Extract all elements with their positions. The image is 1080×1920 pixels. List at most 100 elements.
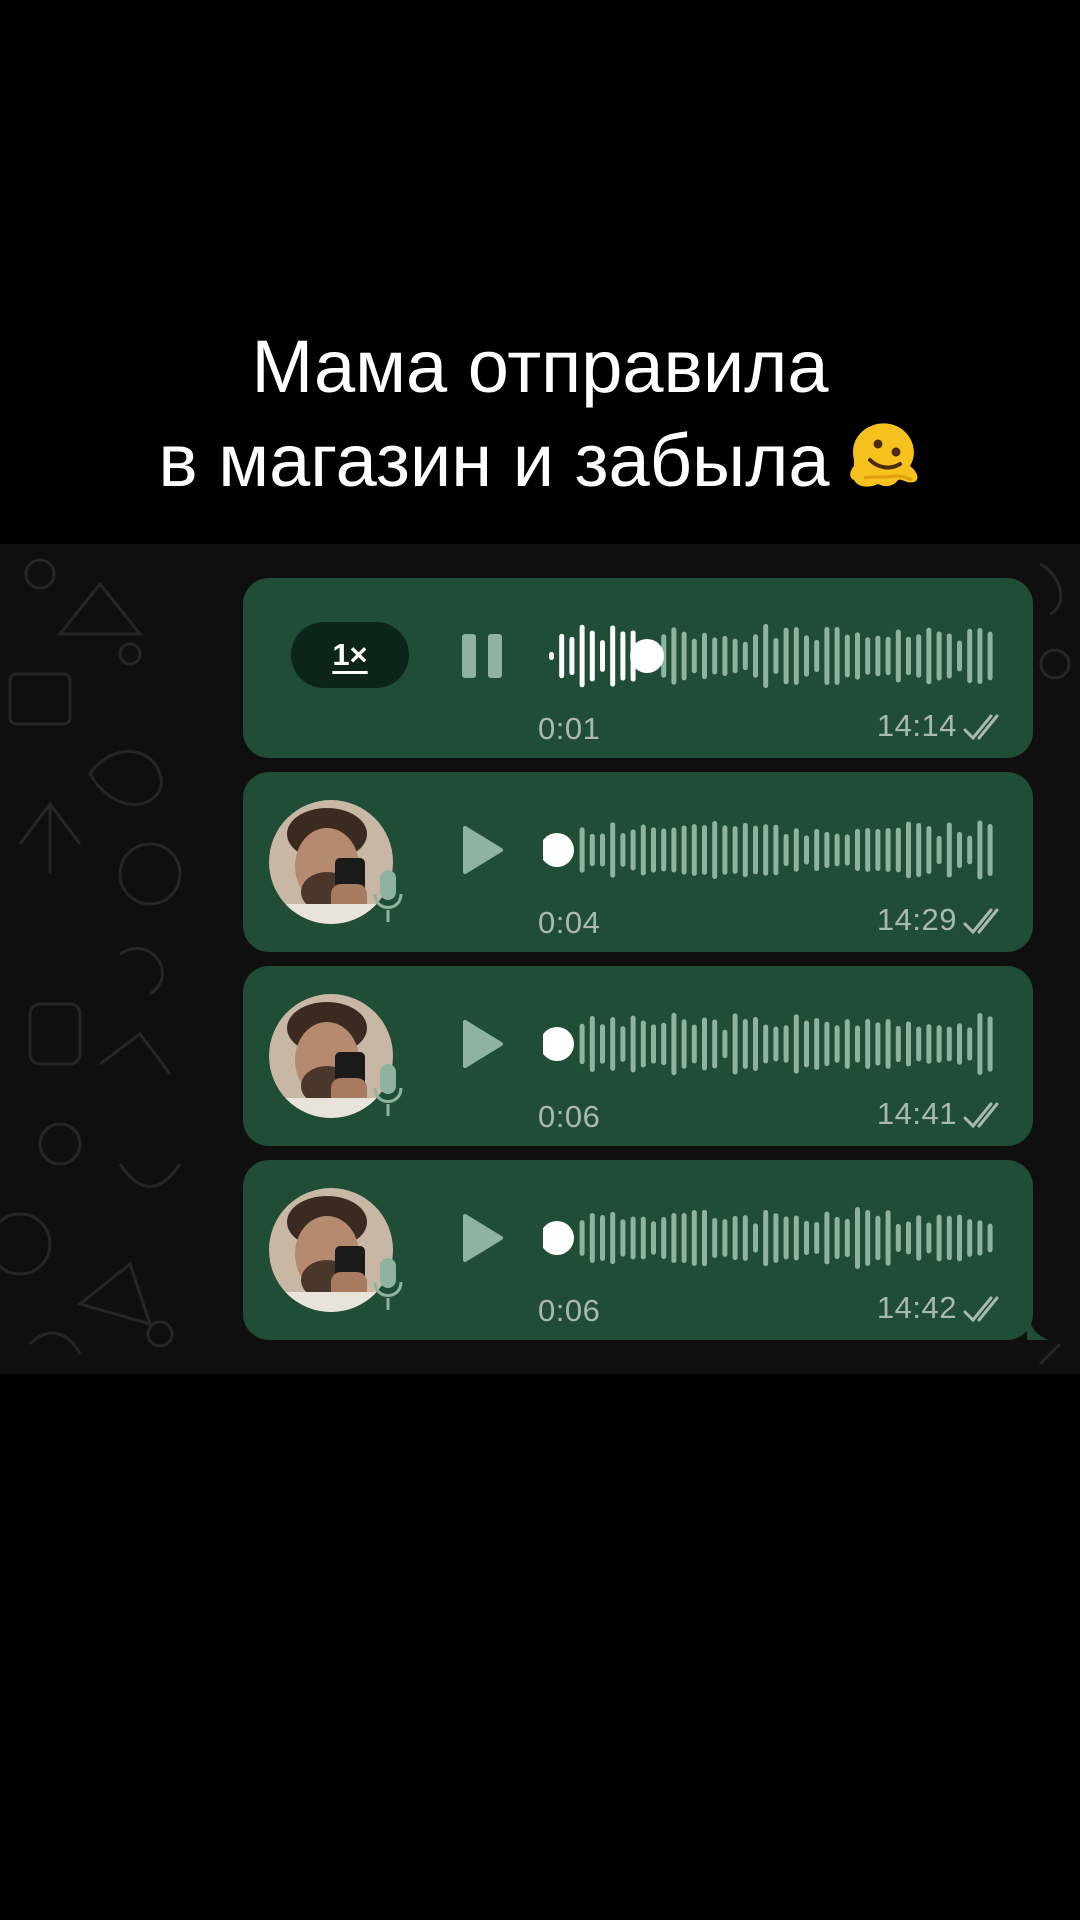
waveform-bar: [875, 1022, 881, 1066]
waveform-bar: [651, 1024, 656, 1064]
waveform-bar: [722, 635, 728, 677]
waveform-bar: [640, 1020, 646, 1068]
double-check-icon: [963, 908, 999, 935]
waveform-bar: [753, 825, 758, 875]
waveform-bar: [661, 828, 667, 872]
waveform-bar: [793, 1014, 799, 1074]
waveform-bar: [906, 1021, 911, 1067]
microphone-icon: [373, 870, 403, 922]
waveform-bar: [967, 1027, 973, 1061]
waveform-bar: [742, 822, 748, 878]
audio-waveform[interactable]: [543, 614, 993, 698]
waveform-bar: [681, 1212, 687, 1264]
waveform-bar: [967, 628, 973, 684]
waveform-bar: [895, 827, 901, 873]
waveform-bar: [926, 627, 932, 685]
playback-speed-button[interactable]: 1×: [291, 622, 409, 688]
waveform-bar: [834, 833, 840, 867]
waveform-bar: [702, 825, 707, 875]
waveform-bar: [722, 825, 728, 875]
waveform-bar: [987, 1223, 993, 1253]
waveform-bar: [610, 1017, 616, 1071]
waveform-bar: [916, 822, 922, 878]
chat-area[interactable]: 1× 0:01 14:14 0:04 14:29 0:06 14:41 0:06…: [0, 544, 1080, 1374]
audio-waveform[interactable]: [543, 808, 993, 892]
waveform-bar: [579, 1220, 585, 1256]
waveform-bar: [702, 1017, 707, 1071]
waveform-bar: [987, 631, 993, 681]
waveform-bar: [946, 1026, 952, 1062]
waveform-bar: [569, 636, 575, 676]
voice-duration: 0:04: [538, 905, 601, 940]
waveform-bar: [834, 1025, 840, 1063]
waveform-bar: [824, 1211, 830, 1265]
waveform-bar: [651, 1221, 656, 1255]
waveform-bar: [630, 1015, 636, 1073]
waveform-bar: [589, 1015, 595, 1073]
waveform-bar: [712, 821, 718, 879]
play-icon[interactable]: [461, 1212, 505, 1264]
waveform-bar: [885, 827, 891, 873]
waveform-bar: [671, 1012, 677, 1076]
waveform-bar: [712, 637, 718, 675]
waveform-bar: [610, 822, 616, 878]
pause-icon[interactable]: [462, 634, 504, 678]
progress-knob[interactable]: [543, 833, 574, 867]
waveform-bar: [732, 826, 738, 874]
progress-knob[interactable]: [543, 1027, 574, 1061]
waveform-bar: [936, 631, 942, 681]
waveform-bar: [844, 1218, 850, 1258]
waveform-bar: [855, 632, 860, 680]
message-time: 14:14: [876, 708, 957, 743]
waveform-bar: [987, 823, 993, 877]
waveform-bar: [671, 827, 677, 873]
voice-message[interactable]: 0:06 14:41: [243, 966, 1033, 1146]
waveform-bar: [722, 1219, 728, 1257]
voice-duration: 0:01: [538, 711, 601, 746]
waveform-bar: [916, 634, 922, 678]
bubble-tail: [1027, 1314, 1049, 1340]
audio-waveform[interactable]: [543, 1196, 993, 1280]
waveform-bar: [783, 1216, 789, 1260]
caption-line-2: в магазин и забыла: [158, 419, 830, 502]
waveform-bar: [855, 828, 860, 872]
waveform-bar: [844, 834, 850, 866]
waveform-bar: [885, 636, 891, 676]
waveform-bar: [844, 634, 850, 678]
waveform-bar: [814, 1017, 820, 1071]
waveform-bar: [651, 827, 656, 873]
play-icon[interactable]: [461, 1018, 505, 1070]
progress-knob[interactable]: [630, 639, 664, 673]
waveform-bar: [865, 1209, 871, 1267]
waveform-bar: [926, 825, 932, 875]
waveform-bar: [753, 1223, 758, 1253]
waveform-bar: [691, 638, 697, 674]
waveform-bar: [814, 828, 820, 872]
voice-message[interactable]: 1× 0:01 14:14: [243, 578, 1033, 758]
waveform-bar: [600, 640, 605, 672]
waveform-bar: [865, 637, 871, 675]
waveform-bar: [804, 1220, 809, 1256]
waveform-bar: [620, 631, 626, 681]
voice-duration: 0:06: [538, 1293, 601, 1328]
waveform-bar: [967, 1219, 973, 1257]
waveform-bar: [946, 1215, 952, 1261]
voice-duration: 0:06: [538, 1099, 601, 1134]
video-caption: Мама отправила в магазин и забыла: [0, 320, 1080, 516]
waveform-bar: [926, 1024, 932, 1064]
waveform-bar: [916, 1215, 922, 1261]
audio-waveform[interactable]: [543, 1002, 993, 1086]
waveform-bar: [640, 824, 646, 876]
waveform-bar: [712, 1019, 718, 1069]
waveform-bar: [579, 827, 585, 873]
progress-knob[interactable]: [543, 1221, 574, 1255]
waveform-bar: [804, 635, 809, 677]
voice-message[interactable]: 0:04 14:29: [243, 772, 1033, 952]
play-icon[interactable]: [461, 824, 505, 876]
waveform-bar: [865, 1019, 871, 1069]
voice-message[interactable]: 0:06 14:42: [243, 1160, 1049, 1340]
waveform-bar: [600, 1215, 605, 1261]
waveform-bar: [773, 1026, 779, 1062]
waveform-bar: [957, 831, 962, 869]
waveform-bar: [620, 1026, 626, 1062]
